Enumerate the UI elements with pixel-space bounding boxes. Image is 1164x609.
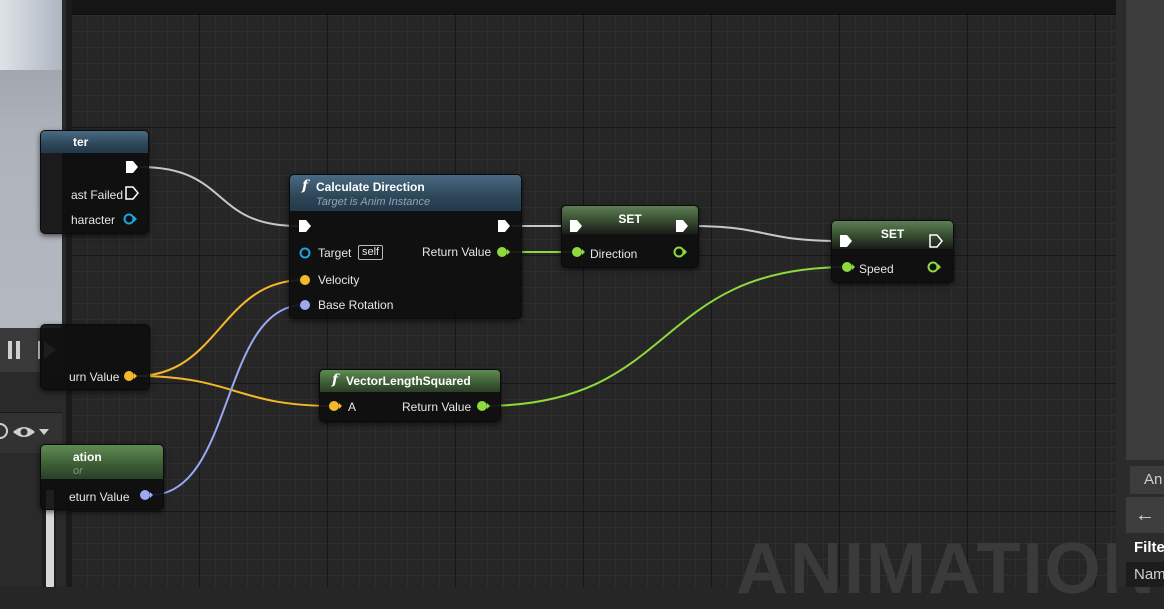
node-title: Calculate Direction xyxy=(316,180,425,194)
calculate-direction-node[interactable]: f Calculate Direction Target is Anim Ins… xyxy=(289,174,522,319)
tab-anim[interactable]: An xyxy=(1130,466,1164,494)
exec-in-pin[interactable] xyxy=(839,234,853,248)
back-arrow-icon[interactable]: ← xyxy=(1126,497,1164,533)
pin-label: urn Value xyxy=(69,370,120,384)
function-icon: f xyxy=(332,372,339,388)
return-value-pin[interactable] xyxy=(495,245,511,259)
node-title: ter xyxy=(73,135,89,149)
velocity-label: Velocity xyxy=(318,273,360,287)
vector-length-squared-node[interactable]: f VectorLengthSquared A Return Value xyxy=(319,369,501,422)
velocity-pin[interactable] xyxy=(297,273,313,287)
target-label: Target xyxy=(318,246,352,260)
exec-out-pin[interactable] xyxy=(675,219,689,233)
exec-out-pin[interactable] xyxy=(929,234,943,248)
speed-out-pin[interactable] xyxy=(926,260,942,274)
filter-label: Filte xyxy=(1134,539,1164,556)
exec-in-pin[interactable] xyxy=(298,219,312,233)
function-icon: f xyxy=(302,178,309,194)
node-title: ation xyxy=(73,450,102,464)
exec-in-pin[interactable] xyxy=(569,219,583,233)
node-title: VectorLengthSquared xyxy=(346,374,471,388)
base-rotation-pin[interactable] xyxy=(297,298,313,312)
exec-wire-1 xyxy=(139,166,299,227)
direction-out-pin[interactable] xyxy=(672,245,688,259)
exec-wire-3 xyxy=(689,225,841,242)
name-column-header[interactable]: Nam xyxy=(1126,562,1164,587)
direction-label: Direction xyxy=(590,247,638,261)
return-label: Return Value xyxy=(402,400,472,414)
self-badge: self xyxy=(358,245,384,260)
input-a-label: A xyxy=(348,400,357,414)
wires-layer xyxy=(135,166,849,496)
speed-in-pin[interactable] xyxy=(840,260,856,274)
length-out-pin[interactable] xyxy=(475,399,491,413)
direction-in-pin[interactable] xyxy=(570,245,586,259)
object-pin[interactable] xyxy=(122,212,138,226)
rotation-wire xyxy=(149,304,305,496)
rotator-out-pin[interactable] xyxy=(138,488,154,502)
vector-a-pin[interactable] xyxy=(327,399,343,413)
pin-label: ast Failed xyxy=(71,188,124,202)
return-label: Return Value xyxy=(422,245,492,259)
vector-out-pin[interactable] xyxy=(122,369,138,383)
details-area xyxy=(1126,0,1164,460)
exec-out-pin[interactable] xyxy=(497,219,511,233)
node-subtitle: Target is Anim Instance xyxy=(316,196,431,208)
pin-label: eturn Value xyxy=(69,490,130,504)
speed-wire xyxy=(482,266,849,407)
target-pin[interactable] xyxy=(297,246,313,260)
node-subtitle: or xyxy=(73,465,83,477)
exec-out-pin[interactable] xyxy=(125,160,139,174)
pin-label: haracter xyxy=(71,213,116,227)
speed-label: Speed xyxy=(859,262,894,276)
velocity-wire xyxy=(135,279,305,377)
base-rotation-label: Base Rotation xyxy=(318,298,394,312)
exec-failed-pin[interactable] xyxy=(125,186,139,200)
